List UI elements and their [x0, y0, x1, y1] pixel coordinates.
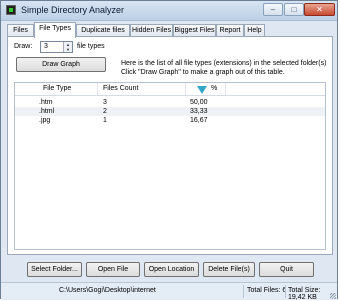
draw-count-value: 3	[44, 43, 48, 50]
column-header-files-count[interactable]: Files Count	[103, 85, 138, 92]
file-types-label: file types	[77, 43, 105, 50]
info-line-2: Click "Draw Graph" to make a graph out o…	[121, 69, 285, 76]
cell-file-type: .html	[39, 108, 55, 115]
tab-biggest-files[interactable]: Biggest Files	[173, 24, 216, 36]
window-title: Simple Directory Analyzer	[21, 5, 125, 15]
app-window: Simple Directory Analyzer – □ ✕ Files Fi…	[0, 0, 338, 301]
stepper-down-icon[interactable]: ▼	[64, 47, 72, 52]
file-types-panel: Draw: 3 ▲ ▼ file types Draw Graph Here i…	[7, 36, 333, 255]
cell-files-count: 1	[103, 117, 107, 124]
status-bar: C:\Users\Gogi\Desktop\internet Total Fil…	[1, 282, 337, 301]
sort-descending-icon	[197, 86, 207, 94]
table-row[interactable]: .html 2 33,33	[15, 107, 325, 116]
info-line-1: Here is the list of all file types (exte…	[121, 60, 327, 67]
minimize-button[interactable]: –	[263, 3, 283, 16]
draw-label: Draw:	[14, 43, 33, 50]
column-header-file-type[interactable]: File Type	[43, 85, 71, 92]
file-types-table[interactable]: File Type Files Count % .htm 3 50,00 .ht…	[14, 82, 326, 250]
tab-duplicate-files[interactable]: Duplicate files	[76, 24, 130, 36]
draw-graph-button[interactable]: Draw Graph	[16, 57, 106, 72]
quit-button[interactable]: Quit	[259, 262, 314, 277]
cell-files-count: 3	[103, 99, 107, 106]
open-file-button[interactable]: Open File	[86, 262, 140, 277]
status-path: C:\Users\Gogi\Desktop\internet	[59, 287, 156, 294]
cell-percent: 16,67	[190, 117, 208, 124]
delete-files-button[interactable]: Delete File(s)	[203, 262, 255, 277]
column-divider[interactable]	[225, 83, 226, 95]
resize-grip-icon[interactable]	[330, 293, 336, 299]
cell-percent: 50,00	[190, 99, 208, 106]
open-location-button[interactable]: Open Location	[144, 262, 199, 277]
draw-count-stepper[interactable]: 3 ▲ ▼	[40, 41, 73, 53]
column-header-percent[interactable]: %	[211, 85, 217, 92]
status-separator	[243, 285, 244, 298]
status-total-files: Total Files: 6	[247, 287, 287, 294]
table-header: File Type Files Count %	[15, 83, 325, 96]
select-folder-button[interactable]: Select Folder...	[27, 262, 82, 277]
cell-file-type: .htm	[39, 99, 53, 106]
title-bar[interactable]: Simple Directory Analyzer – □ ✕	[1, 1, 337, 21]
cell-percent: 33,33	[190, 108, 208, 115]
tab-file-types[interactable]: File Types	[34, 22, 76, 38]
cell-file-type: .jpg	[39, 117, 51, 124]
column-divider[interactable]	[185, 83, 186, 95]
action-bar: Select Folder... Open File Open Location…	[1, 259, 337, 281]
tab-help[interactable]: Help	[244, 24, 265, 36]
table-row[interactable]: .jpg 1 16,67	[15, 116, 325, 125]
status-separator	[285, 285, 286, 298]
column-divider[interactable]	[97, 83, 98, 95]
stepper-buttons: ▲ ▼	[63, 42, 72, 52]
tab-report[interactable]: Report	[216, 24, 244, 36]
info-text: Here is the list of all file types (exte…	[121, 59, 331, 77]
maximize-button[interactable]: □	[284, 3, 304, 16]
tab-hidden-files[interactable]: Hidden Files	[130, 24, 173, 36]
cell-files-count: 2	[103, 108, 107, 115]
close-button[interactable]: ✕	[304, 3, 335, 16]
tab-files[interactable]: Files	[7, 24, 34, 36]
app-icon	[6, 5, 16, 15]
table-row[interactable]: .htm 3 50,00	[15, 98, 325, 107]
